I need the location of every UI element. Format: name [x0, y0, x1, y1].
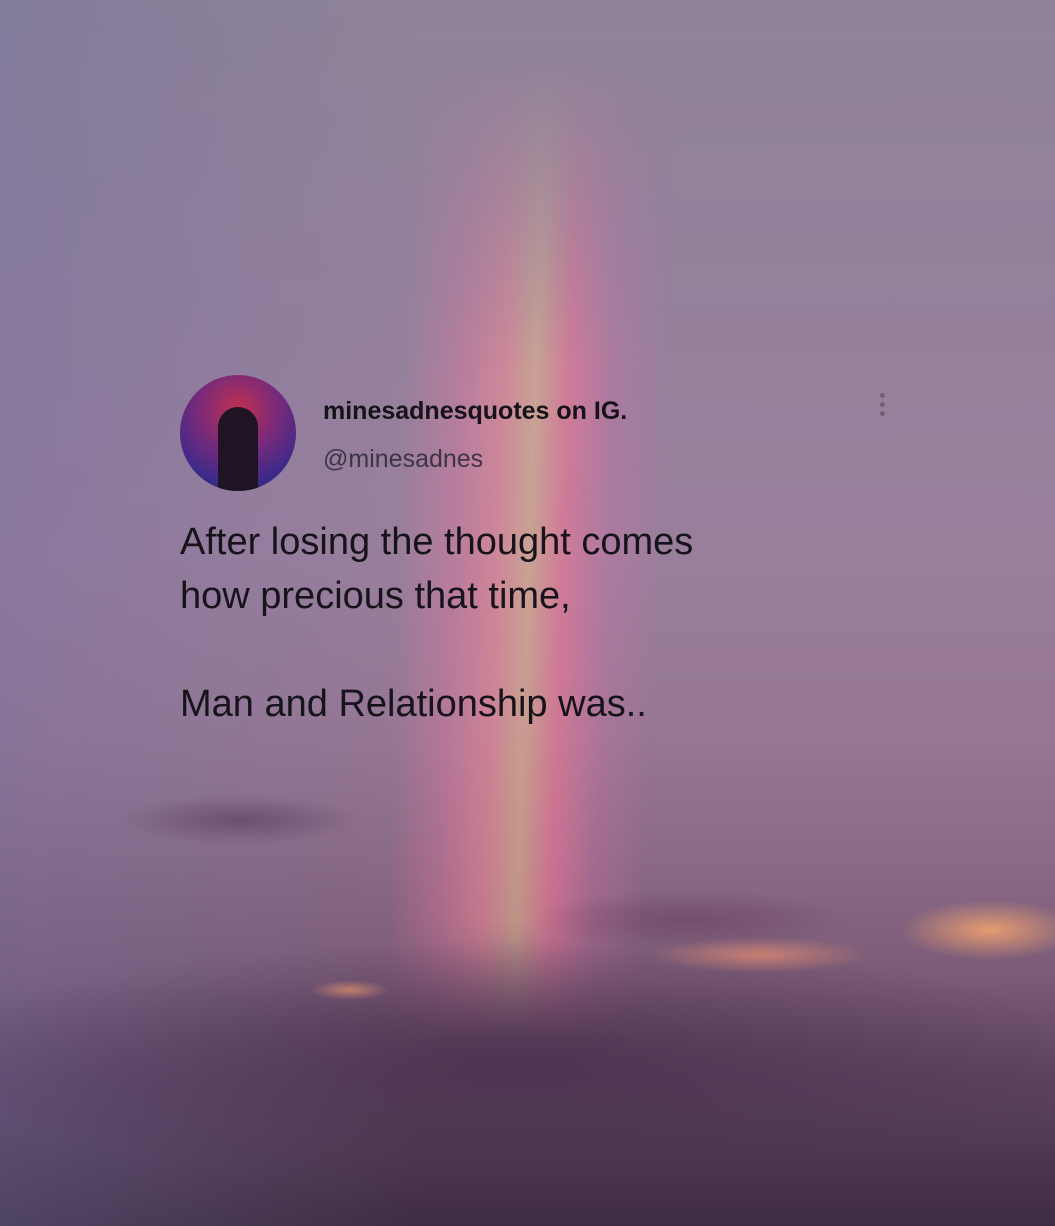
avatar[interactable] [180, 375, 296, 491]
user-handle[interactable]: @minesadnes [323, 445, 483, 474]
more-options-icon[interactable] [880, 393, 886, 416]
display-name[interactable]: minesadnesquotes on IG. [323, 397, 627, 426]
post-text: After losing the thought comes how preci… [180, 521, 694, 725]
avatar-silhouette [218, 407, 258, 491]
